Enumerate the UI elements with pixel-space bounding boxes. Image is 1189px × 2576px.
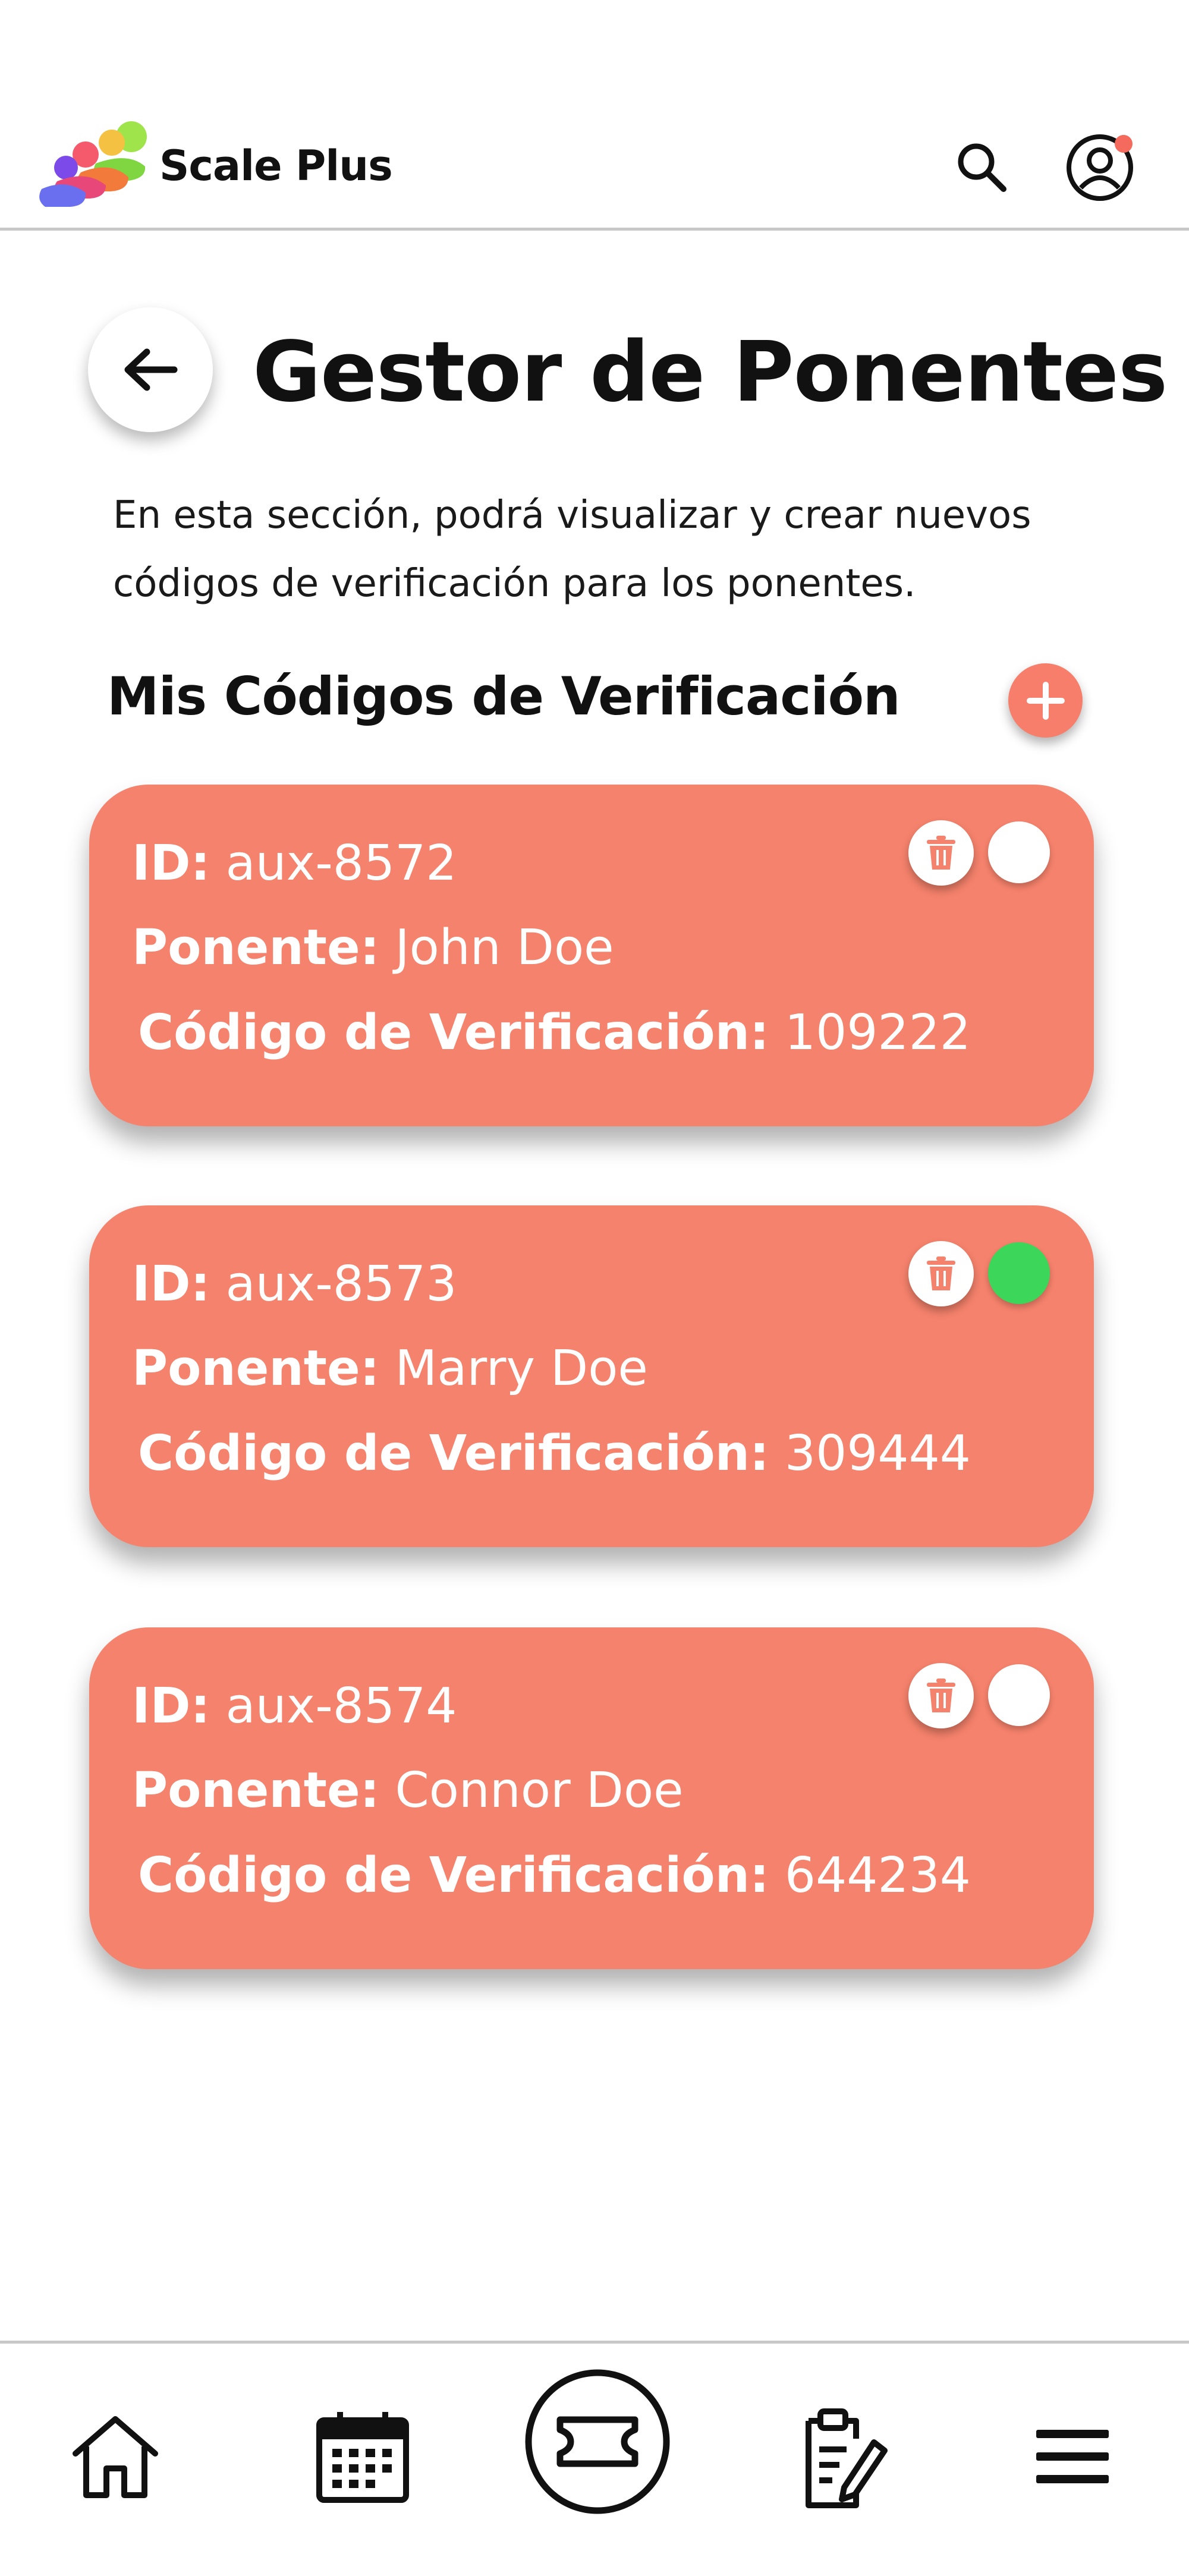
card-speaker: Ponente: John Doe (132, 919, 614, 976)
user-account-icon[interactable] (1064, 131, 1135, 202)
delete-button[interactable] (908, 1663, 974, 1728)
logo-icon (39, 119, 152, 208)
add-code-button[interactable] (1008, 663, 1083, 738)
verification-code-card: ID: aux-8574 Ponente: Connor Doe Código … (89, 1627, 1094, 1969)
card-id: ID: aux-8573 (132, 1256, 457, 1312)
plus-icon (1026, 681, 1065, 720)
arrow-left-icon (124, 348, 178, 391)
status-toggle[interactable] (988, 1664, 1050, 1726)
card-speaker: Ponente: Marry Doe (132, 1340, 648, 1397)
delete-button[interactable] (908, 820, 974, 886)
bottom-navigation (0, 2341, 1189, 2576)
card-code: Código de Verificación: 309444 (138, 1425, 971, 1482)
calendar-icon[interactable] (291, 2385, 434, 2528)
delete-button[interactable] (908, 1241, 974, 1306)
status-toggle[interactable] (988, 821, 1050, 883)
verification-code-card: ID: aux-8572 Ponente: John Doe Código de… (89, 785, 1094, 1126)
card-id: ID: aux-8574 (132, 1678, 457, 1734)
ticket-icon[interactable] (523, 2367, 672, 2516)
page-description: En esta sección, podrá visualizar y crea… (113, 493, 1031, 606)
trash-icon (927, 836, 955, 870)
verification-code-card: ID: aux-8573 Ponente: Marry Doe Código d… (89, 1205, 1094, 1547)
back-button[interactable] (88, 307, 213, 432)
trash-icon (927, 1256, 955, 1290)
search-icon[interactable] (945, 131, 1017, 202)
status-toggle-active[interactable] (988, 1242, 1050, 1304)
card-speaker: Ponente: Connor Doe (132, 1762, 684, 1819)
card-code: Código de Verificación: 644234 (138, 1847, 971, 1904)
brand-name: Scale Plus (159, 141, 393, 190)
page-title: Gestor de Ponentes (253, 324, 1168, 421)
card-id: ID: aux-8572 (132, 835, 457, 892)
clipboard-edit-icon[interactable] (767, 2385, 910, 2528)
notification-dot (1115, 135, 1133, 153)
home-icon[interactable] (44, 2385, 187, 2528)
card-code: Código de Verificación: 109222 (138, 1004, 971, 1061)
app-header: Scale Plus (0, 0, 1189, 231)
section-title: Mis Códigos de Verificación (107, 666, 901, 727)
menu-icon[interactable] (1001, 2385, 1144, 2528)
trash-icon (927, 1679, 955, 1712)
